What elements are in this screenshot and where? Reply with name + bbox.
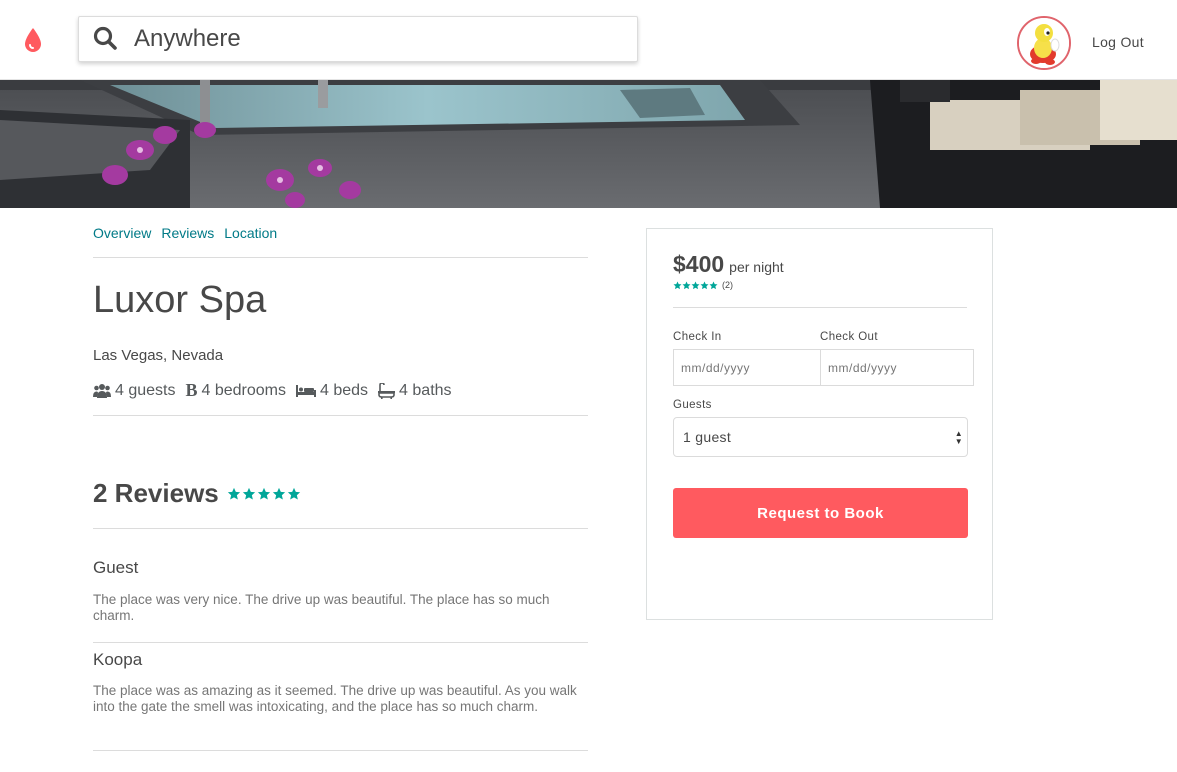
divider <box>93 750 588 751</box>
review-count: (2) <box>722 280 733 290</box>
check-out-field[interactable]: mm/dd/yyyy <box>820 349 974 386</box>
search-input[interactable] <box>134 19 614 59</box>
listing-facts: 4 guests B 4 bedrooms 4 beds 4 baths <box>93 380 462 401</box>
check-in-label: Check In <box>673 331 722 343</box>
listing-subnav: Overview Reviews Location <box>93 225 277 241</box>
reviews-rating <box>227 487 301 501</box>
divider <box>93 415 588 416</box>
price-line: $400 per night <box>673 251 784 278</box>
top-nav: Log Out <box>0 0 1177 80</box>
divider <box>673 307 967 308</box>
review-text: The place was very nice. The drive up wa… <box>93 592 550 623</box>
review-text: The place was as amazing as it seemed. T… <box>93 683 577 714</box>
star-icon <box>227 487 240 500</box>
baths-count: 4 baths <box>399 381 452 399</box>
bed-icon <box>296 384 316 397</box>
logout-link[interactable]: Log Out <box>1092 34 1144 50</box>
fact-beds: 4 beds <box>296 382 368 400</box>
hero-image <box>0 80 1177 208</box>
panel-rating: (2) <box>673 280 733 290</box>
reviews-header: 2 Reviews <box>93 478 301 509</box>
bedrooms-count: 4 bedrooms <box>201 381 287 399</box>
bath-icon <box>378 382 396 399</box>
star-icon <box>272 487 285 500</box>
booking-panel: $400 per night (2) Check In Check Out mm… <box>646 228 993 620</box>
request-to-book-button[interactable]: Request to Book <box>673 488 968 538</box>
page-title: Luxor Spa <box>93 279 267 321</box>
tab-location[interactable]: Location <box>224 225 277 241</box>
guests-icon <box>93 383 111 398</box>
check-out-label: Check Out <box>820 331 878 343</box>
star-icon <box>287 487 300 500</box>
koopa-avatar-icon <box>1019 18 1069 68</box>
price-unit: per night <box>729 259 784 275</box>
beds-count: 4 beds <box>320 381 369 399</box>
listing-location: Las Vegas, Nevada <box>93 347 224 364</box>
check-in-field[interactable]: mm/dd/yyyy <box>673 349 821 386</box>
review-author: Guest <box>93 558 139 577</box>
tab-reviews[interactable]: Reviews <box>161 225 214 241</box>
divider <box>93 257 588 258</box>
guests-count: 4 guests <box>115 381 176 399</box>
guests-value: 1 guest <box>683 429 732 445</box>
stars-icon <box>673 281 718 289</box>
divider <box>93 642 588 643</box>
star-icon <box>242 487 255 500</box>
reviews-heading: 2 Reviews <box>93 478 219 508</box>
search-icon <box>93 26 117 50</box>
star-icon <box>257 487 270 500</box>
avatar[interactable] <box>1017 16 1071 70</box>
fact-guests: 4 guests <box>93 382 175 400</box>
logo-icon[interactable] <box>22 26 44 54</box>
search-bar[interactable] <box>78 16 638 62</box>
guests-label: Guests <box>673 399 712 411</box>
nightly-price: $400 <box>673 251 725 277</box>
fact-bedrooms: B 4 bedrooms <box>185 380 286 401</box>
review-author: Koopa <box>93 650 143 669</box>
tab-overview[interactable]: Overview <box>93 225 151 241</box>
guests-select[interactable]: 1 guest ▲ ▼ <box>673 417 968 457</box>
spa-photo <box>0 80 1177 208</box>
bedroom-icon: B <box>185 380 198 400</box>
fact-baths: 4 baths <box>378 381 452 400</box>
select-arrows-icon: ▲ ▼ <box>954 429 963 446</box>
divider <box>93 528 588 529</box>
